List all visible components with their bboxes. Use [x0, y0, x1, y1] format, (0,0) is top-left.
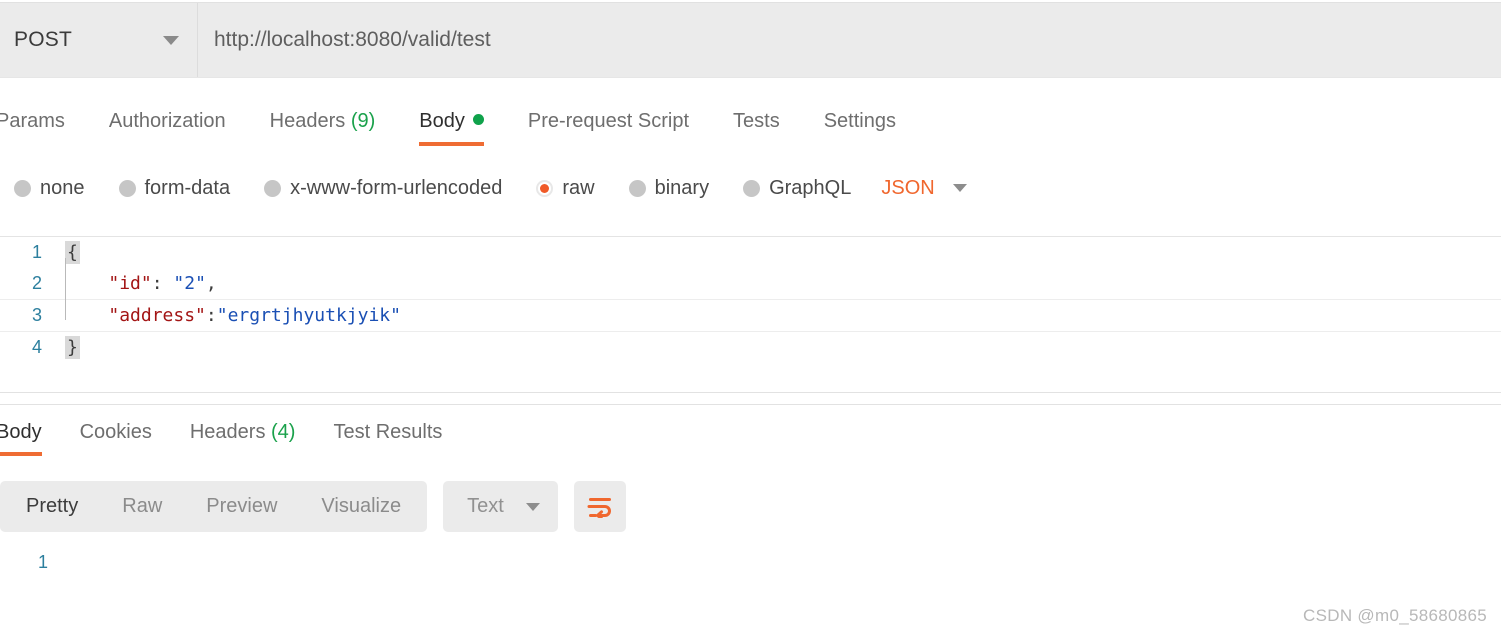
tab-label: Params	[0, 110, 65, 132]
url-input[interactable]: http://localhost:8080/valid/test	[198, 3, 1501, 77]
json-comma: ,	[205, 273, 217, 294]
response-view-pretty[interactable]: Pretty	[4, 495, 100, 518]
watermark: CSDN @m0_58680865	[1303, 606, 1487, 625]
tab-count-badge: (9)	[345, 110, 376, 132]
response-content-type-select[interactable]: Text	[443, 481, 558, 532]
chevron-down-icon	[952, 184, 967, 192]
radio-label: raw	[562, 176, 595, 199]
tab-label: Body	[0, 421, 42, 443]
line-number: 3	[31, 305, 42, 325]
json-string-value: "2"	[173, 273, 206, 294]
raw-format-select[interactable]: JSON	[881, 176, 967, 200]
chevron-down-icon	[525, 502, 540, 511]
radio-form-data[interactable]: form-data	[118, 176, 231, 200]
tab-label: Test Results	[333, 421, 443, 443]
active-tab-underline	[0, 452, 42, 456]
radio-unselected-icon	[743, 179, 761, 197]
radio-graphql[interactable]: GraphQL	[743, 177, 851, 200]
tab-label: Headers	[269, 110, 346, 132]
body-type-radio-group: none form-data x-www-form-urlencoded raw bin…	[0, 168, 1501, 208]
tab-count-badge: (4)	[265, 421, 296, 443]
tab-body[interactable]: Body	[419, 96, 484, 146]
indent-guide	[65, 258, 66, 320]
json-string-value: "ergrtjhyutkjyik"	[216, 305, 401, 326]
tab-headers[interactable]: Headers (9)	[270, 96, 376, 133]
section-divider-bottom	[0, 404, 1501, 405]
tab-label: Pre-request Script	[527, 110, 690, 132]
radio-label: form-data	[144, 176, 231, 199]
editor-line[interactable]: 4}	[0, 332, 1501, 363]
request-body-editor[interactable]: 1{2 "id": "2", 3 "address":"ergrtjhyutkjy…	[0, 236, 1501, 388]
editor-line-text: "address":"ergrtjhyutkjyik"	[60, 305, 401, 326]
tab-settings[interactable]: Settings	[824, 96, 896, 133]
radio-label: none	[40, 176, 85, 199]
response-toolbar: Pretty Raw Preview Visualize Text	[0, 481, 626, 532]
radio-label: binary	[654, 176, 710, 199]
http-method-select[interactable]: POST	[0, 3, 198, 77]
response-line: 1	[0, 545, 1501, 579]
radio-binary[interactable]: binary	[628, 176, 710, 200]
json-key: "address"	[108, 305, 206, 326]
line-number: 4	[31, 337, 42, 357]
radio-selected-icon	[536, 179, 554, 197]
radio-unselected-icon	[14, 179, 31, 197]
tab-label: Settings	[823, 110, 896, 132]
http-method-label: POST	[14, 28, 72, 51]
tab-label: Tests	[733, 110, 780, 132]
radio-none[interactable]: none	[14, 177, 85, 200]
radio-label: GraphQL	[769, 176, 852, 199]
tab-label: Body	[419, 110, 465, 132]
line-number: 1	[31, 242, 42, 262]
chevron-down-icon	[163, 35, 179, 45]
request-url-bar: POST http://localhost:8080/valid/test	[0, 2, 1501, 78]
response-tabs: Body Cookies Headers (4) Test Results	[0, 418, 1501, 464]
tab-label: Headers	[189, 421, 266, 443]
radio-unselected-icon	[118, 179, 136, 197]
radio-label: x-www-form-urlencoded	[290, 176, 503, 199]
active-tab-underline	[419, 142, 484, 146]
tab-headers[interactable]: Headers (4)	[190, 418, 296, 444]
json-open-brace: {	[65, 241, 80, 264]
response-content-type-label: Text	[467, 495, 504, 517]
tab-pre-request-script[interactable]: Pre-request Script	[528, 96, 689, 133]
tab-authorization[interactable]: Authorization	[109, 96, 226, 133]
response-view-preview[interactable]: Preview	[184, 495, 299, 518]
radio-x-www-form-urlencoded[interactable]: x-www-form-urlencoded	[264, 177, 502, 200]
editor-line-text: {	[60, 241, 80, 264]
response-view-switch: Pretty Raw Preview Visualize	[0, 481, 428, 532]
response-body-viewer[interactable]: 1	[0, 545, 1501, 605]
word-wrap-icon	[587, 497, 611, 518]
word-wrap-button[interactable]	[573, 481, 626, 532]
tab-params[interactable]: Params	[0, 96, 65, 133]
request-tabs: Params Authorization Headers (9) Body Pre-re…	[0, 96, 1501, 152]
json-close-brace: }	[65, 336, 80, 359]
editor-line-text: "id": "2",	[60, 273, 217, 294]
response-view-raw[interactable]: Raw	[100, 495, 184, 518]
radio-unselected-icon	[628, 179, 646, 197]
editor-line[interactable]: 1{	[0, 237, 1501, 268]
body-modified-dot-icon	[472, 114, 484, 125]
tab-label: Cookies	[79, 421, 152, 443]
section-divider-top	[0, 392, 1501, 393]
tab-cookies[interactable]: Cookies	[80, 418, 152, 444]
json-colon: :	[151, 273, 174, 294]
line-number: 1	[37, 551, 48, 572]
radio-unselected-icon	[264, 179, 282, 197]
tab-label: Authorization	[108, 110, 226, 132]
response-view-visualize[interactable]: Visualize	[299, 495, 423, 518]
json-colon: :	[205, 305, 217, 326]
editor-line-text: }	[60, 336, 80, 359]
tab-test-results[interactable]: Test Results	[333, 418, 442, 444]
radio-raw[interactable]: raw	[536, 176, 595, 200]
tab-body[interactable]: Body	[0, 418, 42, 456]
raw-format-label: JSON	[881, 176, 935, 199]
tab-tests[interactable]: Tests	[733, 96, 780, 133]
editor-line[interactable]: 2 "id": "2",	[0, 268, 1501, 299]
line-number: 2	[31, 273, 42, 293]
editor-line[interactable]: 3 "address":"ergrtjhyutkjyik"	[0, 299, 1501, 332]
json-key: "id"	[108, 273, 152, 294]
